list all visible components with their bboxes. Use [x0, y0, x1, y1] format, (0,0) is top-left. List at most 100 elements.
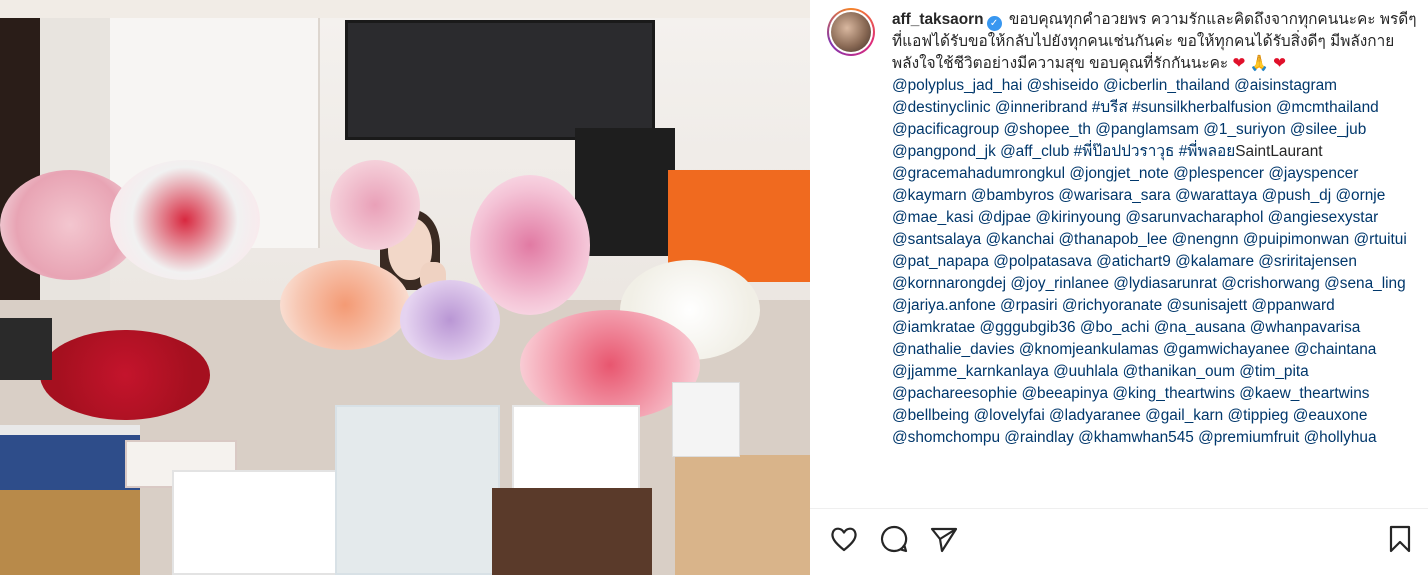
mention-link[interactable]: @hollyhua — [1304, 429, 1377, 446]
mention-link[interactable]: @push_dj — [1262, 187, 1332, 204]
mention-link[interactable]: @raindlay — [1004, 429, 1074, 446]
mention-link[interactable]: @1_suriyon — [1203, 121, 1285, 138]
mention-link[interactable]: @icberlin_thailand — [1103, 77, 1230, 94]
mention-link[interactable]: @richyoranate — [1062, 297, 1162, 314]
mention-link[interactable]: @jariya.anfone — [892, 297, 996, 314]
mention-link[interactable]: @pangpond_jk — [892, 143, 996, 160]
mention-link[interactable]: @lovelyfai — [974, 407, 1045, 424]
mention-link[interactable]: @warisara_sara — [1058, 187, 1170, 204]
mention-link[interactable]: @gggubgib36 — [979, 319, 1075, 336]
mention-link[interactable]: @sunisajett — [1166, 297, 1247, 314]
photo-bouquet — [110, 160, 260, 280]
mention-link[interactable]: @shomchompu — [892, 429, 1000, 446]
post-sidebar: aff_taksaorn ✓ ขอบคุณทุกคำอวยพร ความรักแล… — [810, 0, 1428, 575]
mention-link[interactable]: @chaintana — [1294, 341, 1376, 358]
mention-link[interactable]: @lydiasarunrat — [1113, 275, 1217, 292]
mention-link[interactable]: @aff_club — [1000, 143, 1069, 160]
mention-link[interactable]: @plespencer — [1173, 165, 1264, 182]
avatar[interactable] — [827, 8, 875, 56]
mention-link[interactable]: @silee_jub — [1290, 121, 1366, 138]
mention-link[interactable]: @jjamme_karnkanlaya — [892, 363, 1049, 380]
mention-link[interactable]: @destinyclinic — [892, 99, 991, 116]
mention-link[interactable]: @na_ausana — [1154, 319, 1246, 336]
mention-link[interactable]: @kanchai — [985, 231, 1054, 248]
mention-link[interactable]: @kirinyoung — [1035, 209, 1121, 226]
mention-link[interactable]: @uuhlala — [1053, 363, 1118, 380]
avatar-ring — [829, 10, 873, 54]
hashtag-link[interactable]: #บรีส — [1092, 99, 1128, 116]
mention-link[interactable]: @bellbeing — [892, 407, 969, 424]
mention-link[interactable]: @thanapob_lee — [1058, 231, 1167, 248]
mention-link[interactable]: @puipimonwan — [1243, 231, 1349, 248]
like-button[interactable] — [828, 523, 860, 555]
mention-link[interactable]: @warattaya — [1175, 187, 1257, 204]
photo-bouquet — [280, 260, 410, 350]
mention-link[interactable]: @thanikan_oum — [1123, 363, 1235, 380]
mention-link[interactable]: @jayspencer — [1268, 165, 1358, 182]
mention-link[interactable]: @ppanward — [1251, 297, 1334, 314]
mention-link[interactable]: @santsalaya — [892, 231, 981, 248]
hashtag-link[interactable]: #พี่พลอย — [1179, 143, 1236, 160]
mention-link[interactable]: @bo_achi — [1080, 319, 1150, 336]
mention-link[interactable]: @gail_karn — [1145, 407, 1223, 424]
mention-link[interactable]: @gracemahadumrongkul — [892, 165, 1065, 182]
mention-link[interactable]: @rtuitui — [1354, 231, 1407, 248]
mention-link[interactable]: @eauxone — [1293, 407, 1368, 424]
mention-link[interactable]: @jongjet_note — [1069, 165, 1169, 182]
mention-link[interactable]: @mae_kasi — [892, 209, 974, 226]
mention-link[interactable]: @tippieg — [1227, 407, 1288, 424]
share-button[interactable] — [928, 523, 960, 555]
mention-link[interactable]: @ornje — [1335, 187, 1385, 204]
mention-link[interactable]: @kaymarn — [892, 187, 967, 204]
mention-link[interactable]: @panglamsam — [1095, 121, 1199, 138]
mention-link[interactable]: @shopee_th — [1003, 121, 1091, 138]
mention-link[interactable]: @joy_rinlanee — [1010, 275, 1109, 292]
mention-link[interactable]: @kornnarongdej — [892, 275, 1006, 292]
mention-link[interactable]: @rpasiri — [1000, 297, 1058, 314]
mention-link[interactable]: @whanpavarisa — [1250, 319, 1361, 336]
photo-brown-box — [492, 488, 652, 575]
photo-basket — [0, 490, 140, 575]
mention-link[interactable]: @khamwhan545 — [1078, 429, 1194, 446]
mention-link[interactable]: #sunsilkherbalfusion — [1132, 99, 1271, 116]
mention-link[interactable]: @kalamare — [1175, 253, 1254, 270]
mention-link[interactable]: @mcmthailand — [1276, 99, 1379, 116]
heart-emoji-icon: ❤ — [1232, 55, 1246, 72]
mention-link[interactable]: @tim_pita — [1239, 363, 1309, 380]
mention-link[interactable]: @sena_ling — [1324, 275, 1406, 292]
mention-link[interactable]: @pacificagroup — [892, 121, 999, 138]
mention-link[interactable]: @sriritajensen — [1258, 253, 1357, 270]
mention-link[interactable]: @iamkratae — [892, 319, 975, 336]
heart-emoji-icon: ❤ — [1273, 55, 1287, 72]
mention-link[interactable]: @ladyaranee — [1049, 407, 1141, 424]
mention-link[interactable]: @polyplus_jad_hai — [892, 77, 1022, 94]
hashtag-link[interactable]: #พี่ป๊อปปวราวุธ — [1074, 143, 1175, 160]
mention-link[interactable]: @nathalie_davies — [892, 341, 1015, 358]
mention-link[interactable]: @knomjeankulamas — [1019, 341, 1159, 358]
mention-link[interactable]: @pat_napapa — [892, 253, 989, 270]
mention-link[interactable]: @beeapinya — [1021, 385, 1108, 402]
mention-link[interactable]: @bambyros — [971, 187, 1054, 204]
mention-link[interactable]: @crishorwang — [1221, 275, 1320, 292]
heart-outline-icon — [831, 527, 857, 552]
mention-link[interactable]: @kaew_theartwins — [1239, 385, 1369, 402]
mention-link[interactable]: @sarunvacharaphol — [1125, 209, 1263, 226]
mention-link[interactable]: @nengnn — [1172, 231, 1239, 248]
comment-button[interactable] — [878, 523, 910, 555]
mention-link[interactable]: @polpatasava — [993, 253, 1092, 270]
mention-link[interactable]: @atichart9 — [1096, 253, 1171, 270]
mention-link[interactable]: @djpae — [978, 209, 1031, 226]
mention-link[interactable]: @king_theartwins — [1112, 385, 1235, 402]
mention-link[interactable]: @gamwichayanee — [1163, 341, 1290, 358]
mention-link[interactable]: @aisinstagram — [1234, 77, 1337, 94]
comment-bubble-icon — [880, 525, 908, 553]
save-button[interactable] — [1384, 523, 1416, 555]
post-photo[interactable] — [0, 0, 810, 575]
mention-link[interactable]: @angiesexystar — [1268, 209, 1379, 226]
mention-link[interactable]: @inneribrand — [995, 99, 1088, 116]
caption-area[interactable]: aff_taksaorn ✓ ขอบคุณทุกคำอวยพร ความรักแล… — [810, 0, 1428, 508]
mention-link[interactable]: @premiumfruit — [1198, 429, 1299, 446]
mention-link[interactable]: @shiseido — [1027, 77, 1099, 94]
username-link[interactable]: aff_taksaorn — [892, 11, 984, 28]
mention-link[interactable]: @pachareesophie — [892, 385, 1017, 402]
